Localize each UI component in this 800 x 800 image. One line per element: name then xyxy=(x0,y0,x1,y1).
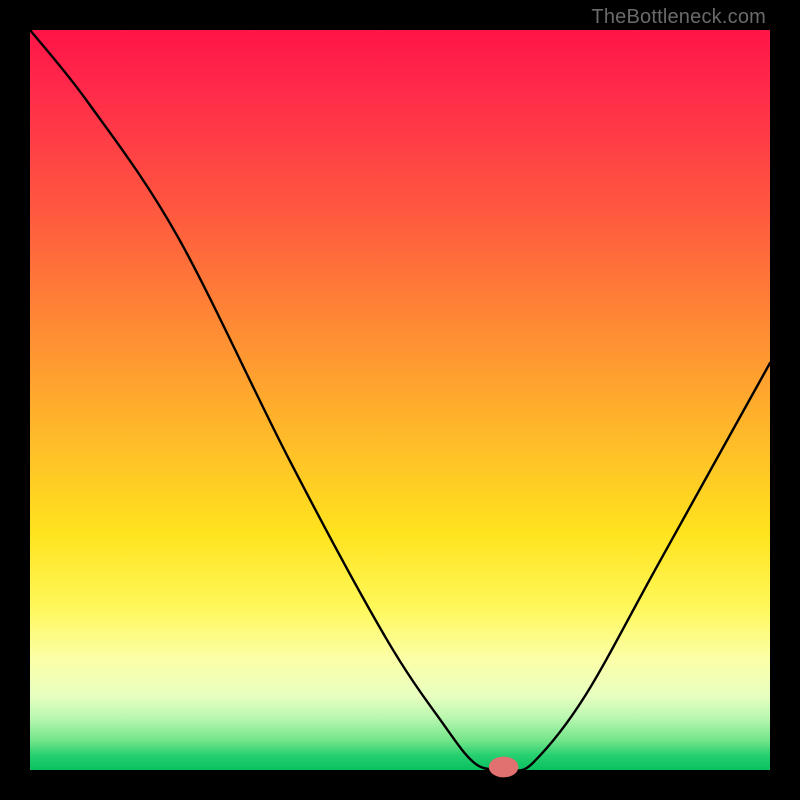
chart-frame: TheBottleneck.com xyxy=(0,0,800,800)
chart-svg xyxy=(30,30,770,770)
bottleneck-curve xyxy=(30,30,770,771)
optimum-marker xyxy=(489,757,519,778)
watermark-text: TheBottleneck.com xyxy=(591,6,766,29)
